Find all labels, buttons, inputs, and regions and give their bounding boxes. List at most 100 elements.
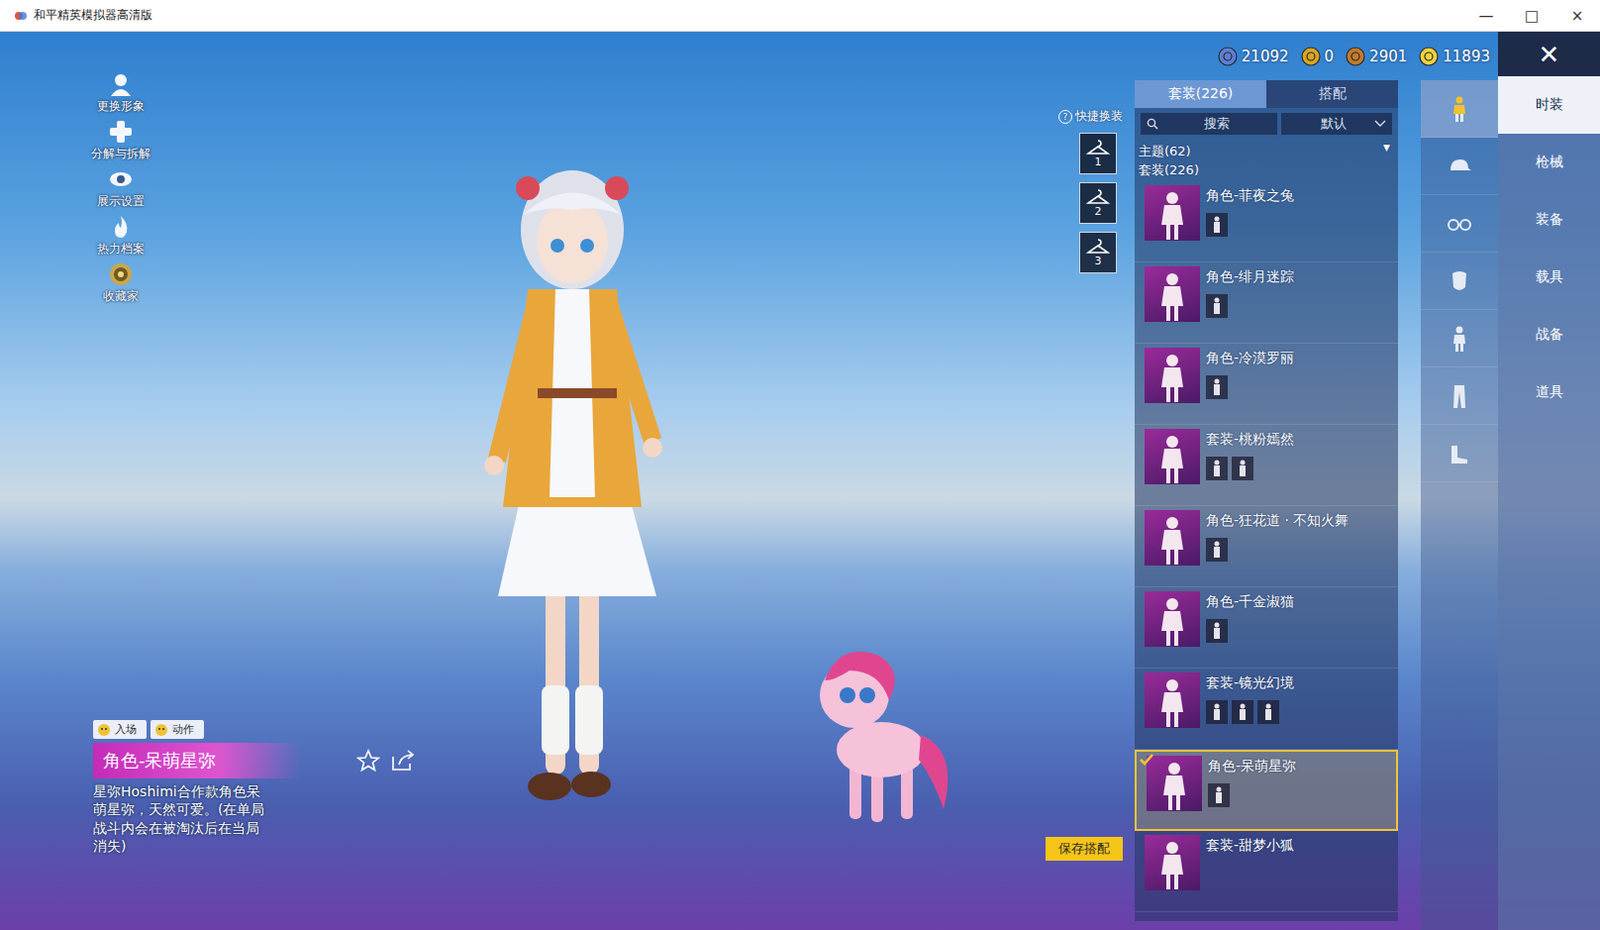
part-figure-icon (1211, 702, 1222, 721)
outfit-item[interactable]: 角色-绯月迷踪 (1134, 262, 1399, 344)
item-description: 星弥Hoshimi合作款角色呆萌星弥，天然可爱。(在单局战斗内会在被淘汰后在当局… (93, 782, 270, 855)
side-menu-item[interactable]: 更换形象 (83, 71, 159, 115)
outfit-name: 角色-狂花道 · 不知火舞 (1205, 509, 1393, 530)
category-button[interactable] (1420, 195, 1499, 253)
theme-filter[interactable]: 主题(62)▼ (1134, 139, 1399, 161)
outfit-thumbnail (1144, 591, 1200, 647)
panel-tab[interactable]: 搭配 (1266, 80, 1399, 108)
quick-slot[interactable]: 3 (1079, 231, 1117, 274)
favorite-star-icon[interactable] (356, 748, 381, 773)
side-menu-item[interactable]: 展示设置 (83, 166, 159, 210)
search-placeholder: 搜索 (1162, 114, 1272, 133)
side-menu-item[interactable]: 分解与拆解 (83, 118, 159, 163)
outfit-parts (1205, 618, 1393, 643)
main-tab[interactable]: 战备 (1498, 305, 1600, 364)
outfit-item[interactable]: 角色-菲夜之兔 (1134, 181, 1399, 263)
window-control[interactable]: — (1463, 6, 1509, 25)
pony-pet-figure[interactable] (809, 640, 959, 829)
sort-dropdown[interactable]: 默认 (1281, 112, 1393, 135)
main-tab[interactable]: 道具 (1498, 363, 1600, 421)
outfit-item-info: 角色-呆萌星弥 (1207, 755, 1391, 807)
currency: 2901 (1345, 46, 1407, 67)
outfit-list: 角色-菲夜之兔角色-绯月迷踪角色-冷漠罗丽套装-桃粉嫣然角色-狂花道 · 不知火… (1134, 181, 1399, 921)
currency-bar: 210920290111893 (1025, 31, 1499, 81)
category-button[interactable] (1420, 424, 1499, 483)
outfit-item[interactable]: 角色-狂花道 · 不知火舞 (1134, 505, 1399, 588)
main-tab[interactable]: 时装 (1498, 76, 1600, 134)
outfit-parts (1205, 537, 1393, 562)
part-thumbnail (1231, 700, 1254, 724)
outfit-item[interactable]: 套装-桃粉嫣然 (1134, 424, 1399, 506)
outfit-item[interactable]: 套装-镜光幻境 (1134, 668, 1399, 750)
window-control[interactable]: □ (1508, 6, 1555, 25)
side-menu: 更换形象分解与拆解展示设置热力档案收藏家 (83, 71, 159, 305)
search-icon (1146, 117, 1159, 130)
coin-icon (1345, 46, 1366, 67)
panel-tab[interactable]: 套装(226) (1134, 80, 1267, 108)
window-control[interactable]: × (1554, 6, 1600, 25)
outfit-parts (1205, 700, 1393, 724)
main-tab[interactable]: 装备 (1498, 191, 1600, 249)
part-figure-icon (1211, 459, 1222, 478)
body-icon (1445, 324, 1474, 353)
outfit-panel: 套装(226)搭配搜索默认主题(62)▼套装(226)角色-菲夜之兔角色-绯月迷… (1134, 80, 1399, 921)
category-button[interactable] (1420, 367, 1499, 425)
part-thumbnail (1205, 375, 1228, 400)
search-field[interactable]: 搜索 (1140, 112, 1278, 135)
outfit-item[interactable]: 角色-冷漠罗丽 (1134, 343, 1399, 425)
item-info: 入场 动作角色-呆萌星弥星弥Hoshimi合作款角色呆萌星弥，天然可爱。(在单局… (83, 719, 416, 855)
part-figure-icon (1211, 540, 1222, 559)
category-button[interactable] (1420, 80, 1499, 138)
part-thumbnail (1257, 700, 1280, 724)
part-thumbnail (1205, 618, 1228, 643)
collector-icon (107, 261, 134, 288)
outfit-thumbnail (1144, 347, 1200, 403)
decompose-icon (107, 118, 134, 145)
outfit-name: 角色-绯月迷踪 (1205, 266, 1393, 287)
action-button[interactable]: 入场 (93, 719, 147, 739)
save-outfit-button[interactable]: 保存搭配 (1045, 836, 1123, 861)
search-row: 搜索默认 (1134, 107, 1399, 140)
part-thumbnail (1205, 700, 1228, 724)
wardrobe-section: 210920290111893? 快捷换装123保存搭配套装(226)搭配搜索默… (1025, 31, 1499, 930)
currency: 11893 (1418, 46, 1491, 67)
slot-number: 1 (1095, 156, 1102, 169)
quick-slot[interactable]: 1 (1079, 132, 1117, 175)
outfit-thumbnail (1144, 834, 1200, 891)
part-figure-icon (1237, 702, 1248, 721)
quick-slot[interactable]: 2 (1079, 182, 1117, 224)
category-button[interactable] (1420, 252, 1499, 310)
outfit-item[interactable]: 角色-呆萌星弥 (1134, 749, 1399, 831)
quick-change-label: ? 快捷换装 (1058, 107, 1123, 125)
outfit-name: 套装-桃粉嫣然 (1205, 428, 1393, 449)
side-menu-item[interactable]: 热力档案 (83, 213, 159, 258)
character-figure[interactable] (428, 160, 716, 819)
side-menu-label: 展示设置 (97, 193, 145, 210)
side-menu-label: 分解与拆解 (91, 145, 151, 163)
main-tab[interactable]: 枪械 (1498, 133, 1600, 192)
outfit-thumbnail (1144, 266, 1200, 322)
outfit-item[interactable]: 角色-千金淑猫 (1134, 587, 1399, 669)
part-thumbnail (1231, 456, 1254, 481)
main-tab[interactable]: 载具 (1498, 248, 1600, 306)
outfit-item[interactable]: 套装-甜梦小狐 (1134, 830, 1399, 912)
category-button[interactable] (1420, 137, 1499, 196)
share-icon[interactable] (390, 748, 416, 773)
help-icon[interactable]: ? (1058, 109, 1073, 124)
emote-icon (154, 722, 169, 737)
hat-icon (1445, 152, 1474, 181)
part-thumbnail (1207, 783, 1230, 807)
outfit-thumbnail (1146, 755, 1202, 811)
close-button[interactable]: ✕ (1498, 31, 1600, 77)
left-zone: 更换形象分解与拆解展示设置热力档案收藏家 入场 动作角色-呆萌星弥星弥Hoshi… (0, 31, 416, 930)
side-menu-label: 更换形象 (97, 98, 145, 115)
currency-value: 21092 (1241, 47, 1290, 66)
panel-tabs: 套装(226)搭配 (1134, 80, 1399, 108)
figure-icon (1157, 434, 1188, 485)
side-menu-item[interactable]: 收藏家 (83, 261, 159, 305)
action-button[interactable]: 动作 (150, 719, 204, 739)
figure-icon (1157, 353, 1188, 403)
category-button[interactable] (1420, 309, 1499, 368)
side-menu-label: 热力档案 (97, 240, 145, 258)
main-tab-column: ✕时装枪械装备载具战备道具 (1498, 31, 1600, 930)
